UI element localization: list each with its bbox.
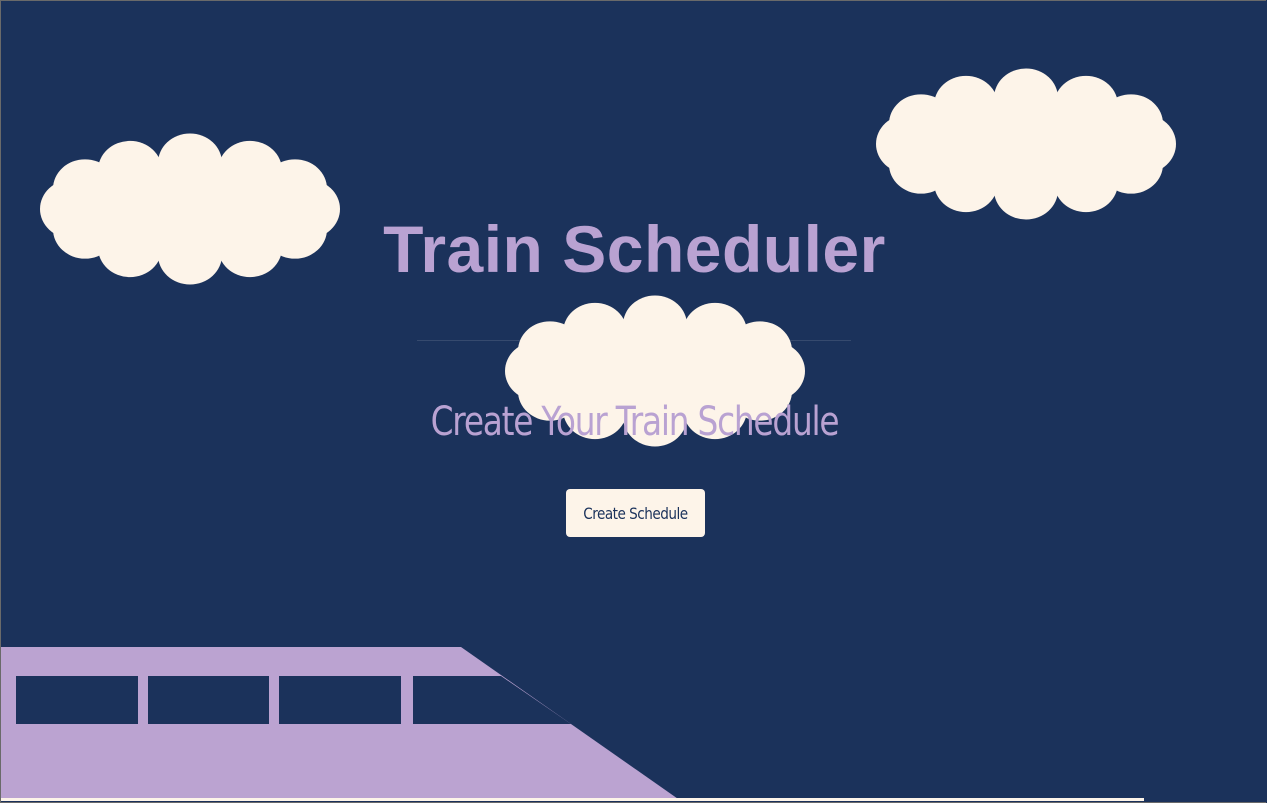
- train-window: [148, 676, 269, 724]
- page-title: Train Scheduler: [383, 212, 886, 286]
- create-schedule-label: Create Schedule: [583, 503, 688, 523]
- page-subtitle: Create Your Train Schedule: [430, 399, 840, 445]
- app-window: Train Scheduler Create Your Train Schedu…: [0, 0, 1266, 803]
- cloud-right: [876, 68, 1176, 220]
- create-schedule-button[interactable]: Create Schedule: [566, 489, 705, 537]
- title-divider: [417, 340, 851, 341]
- train-window: [16, 676, 138, 724]
- train-front-window: [413, 676, 571, 724]
- train-illustration: [1, 647, 681, 801]
- train-window: [279, 676, 401, 724]
- ground-line: [1, 798, 1144, 801]
